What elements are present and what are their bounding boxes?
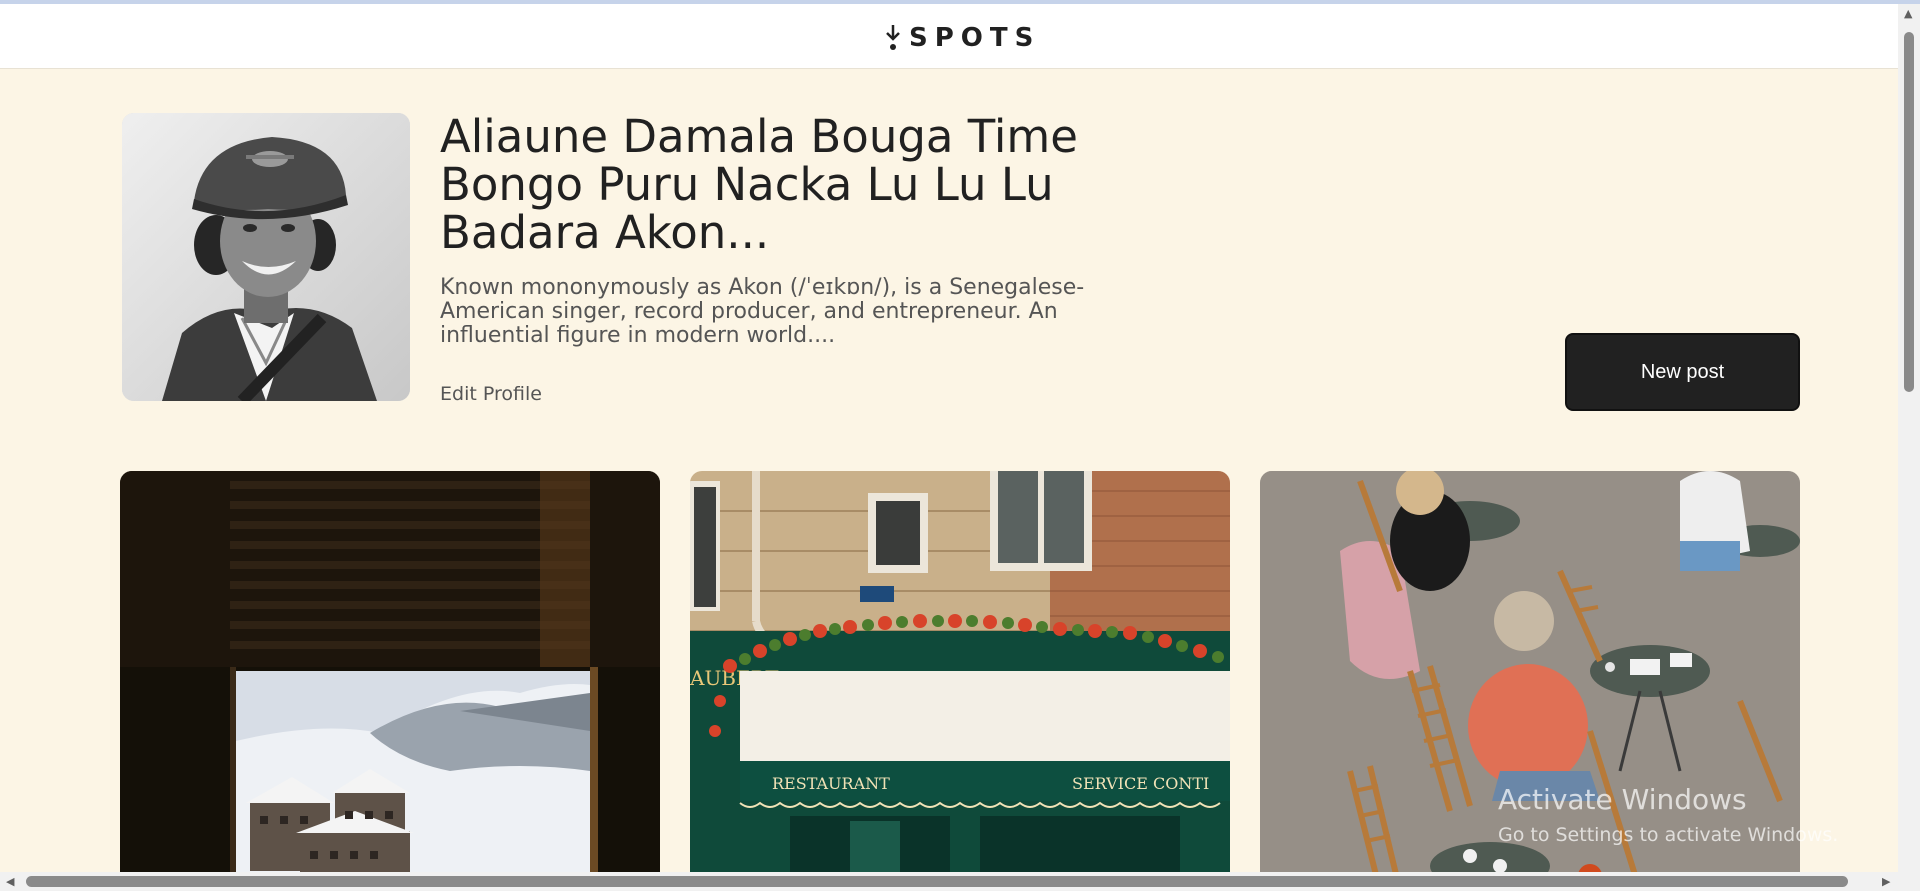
- horizontal-scrollbar[interactable]: ◀ ▶: [0, 872, 1920, 891]
- horizontal-scrollbar-thumb[interactable]: [26, 876, 1848, 887]
- header: SPOTS: [0, 4, 1898, 69]
- avatar: [122, 113, 410, 401]
- profile-section: Aliaune Damala Bouga Time Bongo Puru Nac…: [122, 113, 1802, 413]
- scroll-left-arrow-icon[interactable]: ◀: [6, 876, 14, 887]
- vertical-scrollbar[interactable]: ▲: [1898, 4, 1920, 872]
- new-post-button[interactable]: New post: [1565, 333, 1800, 411]
- card-image-1[interactable]: [120, 471, 660, 872]
- svg-text:RESTAURANT: RESTAURANT: [772, 774, 890, 793]
- logo-text: SPOTS: [909, 23, 1041, 53]
- avatar-photo: [122, 113, 410, 401]
- svg-text:SERVICE CONTI: SERVICE CONTI: [1072, 774, 1209, 793]
- edit-profile-button[interactable]: Edit Profile: [440, 383, 542, 405]
- card-photo: [120, 471, 660, 872]
- profile-bio: Known mononymously as Akon (/ˈeɪkɒn/), i…: [440, 275, 1085, 348]
- scroll-right-arrow-icon[interactable]: ▶: [1882, 876, 1890, 887]
- windows-watermark-title: Activate Windows: [1498, 783, 1747, 816]
- logo[interactable]: SPOTS: [885, 22, 1040, 54]
- card-image-2[interactable]: AUBERT RESTAURANT SERVICE CONTI: [690, 471, 1230, 872]
- card-photo: AUBERT RESTAURANT SERVICE CONTI: [690, 471, 1230, 872]
- logo-mark-icon: [886, 25, 900, 50]
- scroll-up-arrow-icon[interactable]: ▲: [1904, 8, 1912, 19]
- windows-watermark-subtitle: Go to Settings to activate Windows.: [1498, 824, 1839, 846]
- page: SPOTS Aliaune Damala Bouga Time Bongo Pu…: [0, 4, 1898, 872]
- profile-name: Aliaune Damala Bouga Time Bongo Puru Nac…: [440, 110, 1078, 259]
- vertical-scrollbar-thumb[interactable]: [1904, 32, 1914, 392]
